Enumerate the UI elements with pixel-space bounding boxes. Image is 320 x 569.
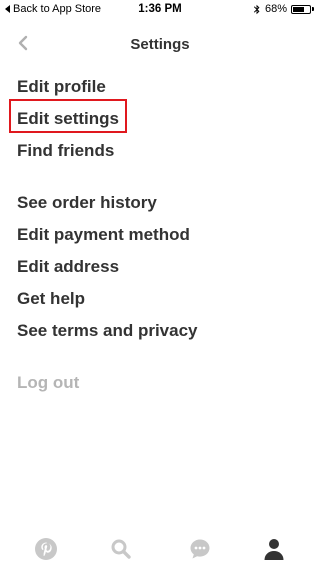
profile-icon <box>264 539 284 560</box>
log-out-item[interactable]: Log out <box>17 373 79 393</box>
find-friends-item[interactable]: Find friends <box>17 141 114 161</box>
settings-screen: Back to App Store 1:36 PM 68% Settings E… <box>0 0 320 569</box>
status-right: 68% <box>253 3 314 15</box>
bluetooth-icon <box>253 4 260 14</box>
chat-bubble-icon <box>190 539 210 559</box>
payment-method-item[interactable]: Edit payment method <box>17 225 190 245</box>
terms-privacy-item[interactable]: See terms and privacy <box>17 321 197 341</box>
order-history-item[interactable]: See order history <box>17 193 157 213</box>
highlight-box <box>9 99 127 133</box>
get-help-item[interactable]: Get help <box>17 289 85 309</box>
tab-messages[interactable] <box>187 536 213 562</box>
edit-profile-item[interactable]: Edit profile <box>17 77 106 97</box>
status-bar: Back to App Store 1:36 PM 68% <box>0 0 320 20</box>
tab-search[interactable] <box>108 536 134 562</box>
battery-tip <box>312 7 314 11</box>
search-icon <box>111 539 131 559</box>
nav-bar: Settings <box>0 20 320 72</box>
battery-icon <box>291 4 311 14</box>
tab-home[interactable] <box>33 536 59 562</box>
edit-address-item[interactable]: Edit address <box>17 257 119 277</box>
page-title: Settings <box>130 36 190 53</box>
tab-profile[interactable] <box>261 536 287 562</box>
pinterest-logo-icon <box>35 538 57 560</box>
battery-percent: 68% <box>264 3 287 15</box>
battery-fill <box>293 6 304 12</box>
tab-bar <box>0 528 320 569</box>
